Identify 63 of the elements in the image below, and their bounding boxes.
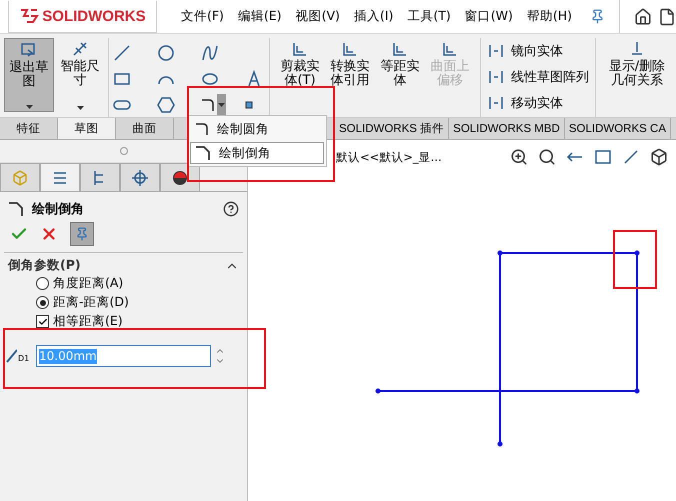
spline-icon	[201, 44, 219, 62]
hexagon-icon	[157, 96, 175, 114]
menu-item[interactable]: 文件(F)	[180, 8, 224, 25]
menu-item[interactable]: 插入(I)	[354, 8, 394, 25]
cube-icon[interactable]	[650, 148, 668, 166]
caret-icon	[218, 103, 225, 107]
ribbon-button[interactable]: 退出草图	[4, 38, 54, 112]
crosshair-icon	[131, 168, 149, 186]
chamfer-icon	[195, 145, 211, 161]
menu-item[interactable]: 绘制圆角	[190, 118, 324, 140]
ribbon-button[interactable]: 等距实体	[376, 38, 424, 112]
document-icon[interactable]	[658, 8, 676, 26]
caret-icon	[26, 105, 32, 109]
checkbox[interactable]	[36, 315, 49, 328]
ribbon-tool[interactable]: 线性草图阵列	[487, 66, 589, 88]
search-icon[interactable]	[538, 148, 556, 166]
point-icon	[245, 101, 253, 109]
chamfer-icon	[8, 201, 24, 217]
ribbon-button[interactable]: 显示/删除几何关系	[602, 38, 672, 112]
dimension-icon	[71, 40, 89, 58]
panel-title: 绘制倒角	[32, 201, 85, 218]
menu-item[interactable]: 绘制倒角	[190, 142, 324, 164]
radio-option[interactable]: 角度距离(A)	[0, 274, 247, 293]
breadcrumb: 默认<<默认>_显...	[336, 150, 442, 164]
check-icon	[38, 316, 48, 326]
line-icon	[113, 44, 131, 62]
config-tab[interactable]	[80, 163, 120, 191]
exit-sketch-icon	[20, 41, 38, 59]
pin-icon	[75, 227, 89, 241]
ribbon-button[interactable]: 剪裁实体(T)	[276, 38, 324, 112]
tab[interactable]: 草图	[58, 118, 116, 139]
display-tab[interactable]	[160, 163, 200, 191]
dimxpert-tab[interactable]	[120, 163, 160, 191]
radio-button[interactable]	[36, 296, 49, 309]
ribbon-tool[interactable]: 移动实体	[487, 92, 589, 114]
section-header[interactable]: 倒角参数(P)	[0, 253, 247, 274]
help-icon[interactable]	[223, 201, 239, 217]
annotation-box	[613, 230, 657, 289]
zoom-fit-icon[interactable]	[510, 148, 528, 166]
ribbon-tool[interactable]: 镜向实体	[487, 40, 589, 62]
caret-button[interactable]	[217, 94, 226, 116]
caret-icon	[76, 106, 84, 110]
home-icon[interactable]	[634, 8, 652, 26]
ribbon-button[interactable]: 转换实体引用	[326, 38, 374, 112]
menu-item[interactable]: 工具(T)	[407, 8, 451, 25]
menu-item[interactable]: 视图(V)	[296, 8, 340, 25]
menu-item[interactable]: 窗口(W)	[464, 8, 513, 25]
ball-icon	[172, 170, 188, 186]
menu-item[interactable]: 帮助(H)	[526, 8, 572, 25]
radio-button[interactable]	[36, 277, 49, 290]
box-icon	[12, 170, 28, 186]
app-logo: SOLIDWORKS	[8, 0, 157, 32]
fillet-icon	[195, 122, 209, 136]
property-tab[interactable]	[40, 163, 80, 191]
radio-option[interactable]: 距离-距离(D)	[0, 293, 247, 312]
checkbox-option[interactable]: 相等距离(E)	[0, 312, 247, 331]
menu-item[interactable]: 编辑(E)	[238, 8, 282, 25]
splitter-handle[interactable]	[120, 147, 128, 155]
pin-icon[interactable]	[590, 9, 605, 24]
mirror-icon	[487, 42, 505, 60]
ribbon-button[interactable]: 智能尺寸	[56, 38, 104, 112]
fillet-icon	[201, 98, 215, 112]
circle-icon	[157, 44, 175, 62]
